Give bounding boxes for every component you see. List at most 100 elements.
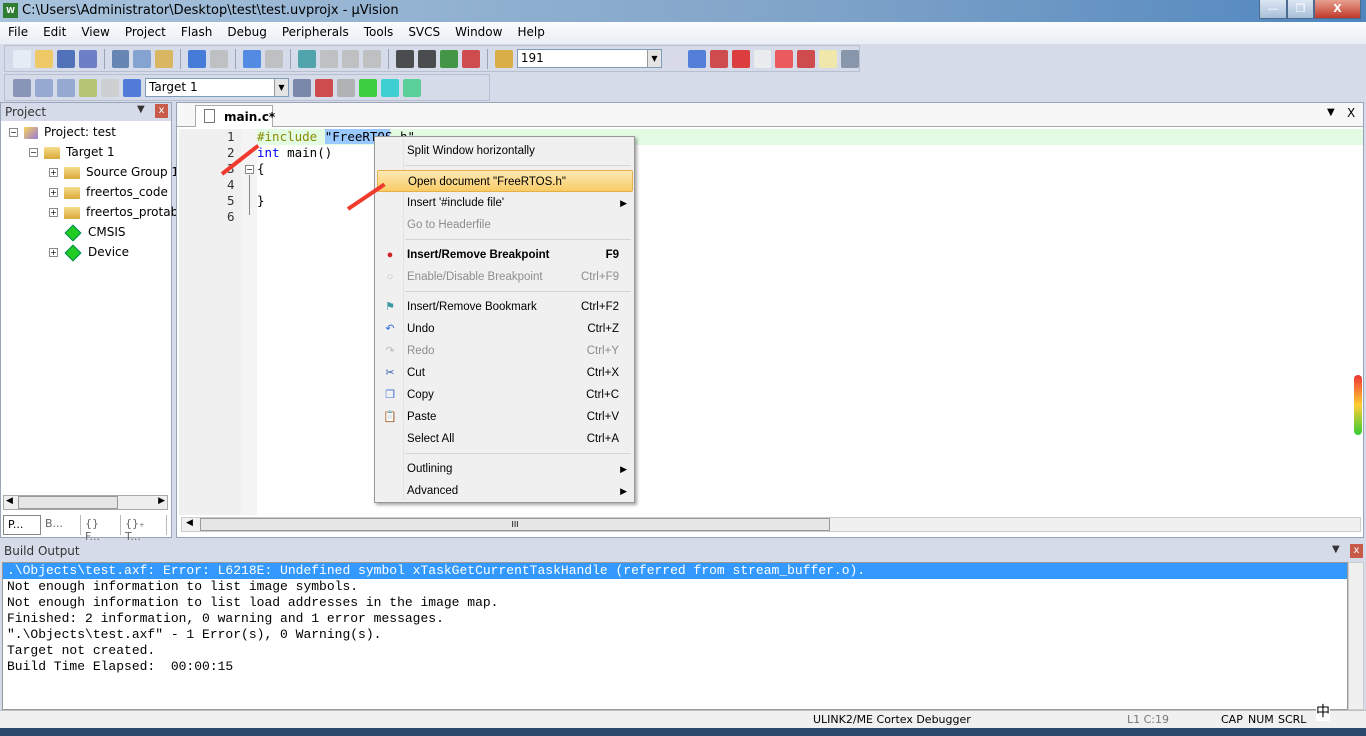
close-window-button[interactable]: X (1314, 0, 1361, 19)
nav-back-icon[interactable] (243, 49, 261, 68)
rebuild-icon[interactable] (57, 78, 75, 97)
expand-icon[interactable]: + (49, 248, 58, 257)
bookmark-icon[interactable] (297, 49, 316, 68)
chevron-down-icon[interactable]: ▼ (646, 50, 661, 67)
close-panel-button[interactable]: x (1350, 544, 1363, 558)
menu-help[interactable]: Help (509, 22, 551, 44)
breakpoint-disable-all-icon[interactable] (775, 49, 794, 68)
context-menu-item[interactable]: 📋 Paste Ctrl+V (377, 406, 633, 428)
menu-peripherals[interactable]: Peripherals (274, 22, 356, 44)
context-menu-item[interactable]: ↶ Undo Ctrl+Z (377, 318, 633, 340)
open-file-icon[interactable] (34, 49, 53, 68)
indent-icon[interactable] (396, 49, 415, 68)
tree-item[interactable]: − Target 1 (29, 145, 115, 159)
configure-icon[interactable] (841, 49, 859, 68)
context-menu-item[interactable]: Select All Ctrl+A (377, 428, 633, 450)
paste-icon[interactable] (155, 49, 174, 68)
find-icon[interactable] (665, 49, 684, 68)
tree-item[interactable]: − Project: test (9, 125, 116, 139)
download-icon[interactable] (123, 78, 141, 97)
breakpoint-kill-all-icon[interactable] (797, 49, 816, 68)
fold-toggle-icon[interactable]: − (245, 165, 254, 174)
incremental-find-icon[interactable] (687, 49, 706, 68)
window-layout-icon[interactable] (819, 49, 838, 68)
output-line[interactable]: Target not created. (3, 643, 1347, 659)
menu-edit[interactable]: Edit (35, 22, 73, 44)
redo-icon[interactable] (210, 49, 229, 68)
code-line[interactable]: { (257, 161, 265, 177)
close-tab-button[interactable]: X (1347, 106, 1355, 120)
translate-icon[interactable] (13, 78, 31, 97)
uncomment-icon[interactable] (462, 49, 480, 68)
expand-icon[interactable]: + (49, 168, 58, 177)
undo-icon[interactable] (188, 49, 207, 68)
project-tab[interactable]: {}₊ T... (121, 515, 167, 543)
batch-build-icon[interactable] (79, 78, 97, 97)
output-line[interactable]: Not enough information to list image sym… (3, 579, 1347, 595)
breakpoint-enable-icon[interactable] (753, 49, 772, 68)
project-tab[interactable]: {} F... (81, 515, 121, 543)
output-line[interactable]: Build Time Elapsed: 00:00:15 (3, 659, 1347, 675)
expand-icon[interactable]: + (49, 208, 58, 217)
tree-item[interactable]: + freertos_protab (49, 205, 178, 219)
prev-bookmark-icon[interactable] (319, 49, 338, 68)
context-menu-item[interactable]: ❐ Copy Ctrl+C (377, 384, 633, 406)
pack-installer-icon[interactable] (403, 78, 421, 97)
build-output-text[interactable]: .\Objects\test.axf: Error: L6218E: Undef… (2, 562, 1348, 710)
code-line[interactable]: int main() (257, 145, 332, 161)
output-line[interactable]: Not enough information to list load addr… (3, 595, 1347, 611)
project-tab[interactable]: P... (3, 515, 41, 535)
save-all-icon[interactable] (78, 49, 97, 68)
output-line[interactable]: Finished: 2 information, 0 warning and 1… (3, 611, 1347, 627)
context-menu-item[interactable]: Insert '#include file' ▶ (377, 192, 633, 214)
pin-icon[interactable]: ▼ (1332, 544, 1340, 555)
code-line[interactable]: } (257, 193, 265, 209)
clear-bookmarks-icon[interactable] (363, 49, 382, 68)
tree-item[interactable]: CMSIS (49, 224, 126, 241)
context-menu-item[interactable]: ✂ Cut Ctrl+X (377, 362, 633, 384)
editor-hscrollbar[interactable]: ◀ III (181, 517, 1361, 532)
breakpoint-insert-icon[interactable] (731, 49, 750, 68)
scroll-thumb[interactable]: III (200, 518, 830, 531)
menu-svcs[interactable]: SVCS (400, 22, 447, 44)
menu-view[interactable]: View (73, 22, 116, 44)
scroll-thumb[interactable] (18, 496, 118, 509)
restore-button[interactable]: ❐ (1287, 0, 1314, 19)
select-packs-icon[interactable] (337, 78, 355, 97)
find-in-files-icon[interactable] (494, 49, 513, 68)
debug-session-icon[interactable] (709, 49, 728, 68)
menu-tools[interactable]: Tools (356, 22, 401, 44)
editor-vscroll-marker[interactable] (1354, 375, 1362, 435)
menu-project[interactable]: Project (117, 22, 173, 44)
output-line[interactable]: .\Objects\test.axf: Error: L6218E: Undef… (3, 563, 1347, 579)
menu-debug[interactable]: Debug (219, 22, 273, 44)
minimize-button[interactable]: — (1259, 0, 1287, 19)
build-output-vscrollbar[interactable] (1348, 562, 1364, 710)
menu-file[interactable]: File (0, 22, 35, 44)
tab-main-c[interactable]: main.c* (195, 105, 275, 127)
context-menu-item[interactable]: Split Window horizontally (377, 140, 633, 162)
context-menu-item[interactable]: ⚑ Insert/Remove Bookmark Ctrl+F2 (377, 296, 633, 318)
output-line[interactable]: ".\Objects\test.axf" - 1 Error(s), 0 War… (3, 627, 1347, 643)
next-bookmark-icon[interactable] (341, 49, 360, 68)
collapse-icon[interactable]: − (9, 128, 18, 137)
tree-item[interactable]: + Device (49, 244, 129, 261)
context-menu-item[interactable]: ● Insert/Remove Breakpoint F9 (377, 244, 633, 266)
scroll-right-icon[interactable]: ▶ (158, 496, 165, 506)
menu-flash[interactable]: Flash (173, 22, 219, 44)
find-combo[interactable]: 191 ▼ (516, 49, 662, 68)
tree-item[interactable]: + Source Group 1 (49, 165, 179, 179)
cut-icon[interactable] (111, 49, 130, 68)
manage-runtime-icon[interactable] (359, 78, 377, 97)
menu-window[interactable]: Window (447, 22, 509, 44)
context-menu-item[interactable]: Outlining ▶ (377, 458, 633, 480)
chevron-down-icon[interactable]: ▼ (274, 79, 288, 96)
context-menu-item[interactable]: Open document "FreeRTOS.h" (377, 170, 633, 192)
context-menu-item[interactable]: Advanced ▶ (377, 480, 633, 502)
tab-list-dropdown[interactable]: ▼ (1327, 107, 1335, 118)
close-panel-button[interactable]: x (155, 104, 168, 118)
tree-item[interactable]: + freertos_code (49, 185, 168, 199)
copy-icon[interactable] (133, 49, 152, 68)
stop-build-icon[interactable] (101, 78, 119, 97)
target-select[interactable]: Target 1 ▼ (145, 78, 289, 97)
